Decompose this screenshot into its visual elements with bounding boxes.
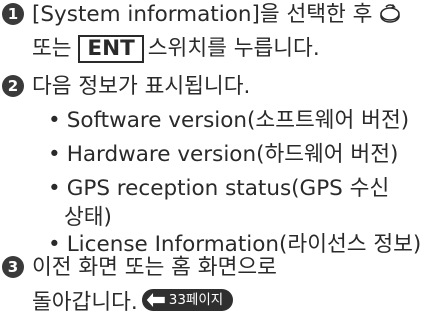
step-2-badge: 2 (2, 75, 24, 97)
step-2-line: 2 다음 정보가 표시됩니다. (2, 72, 250, 102)
step-3-text: 이전 화면 또는 홈 화면으로 (32, 255, 277, 280)
instruction-panel: 1 [System information]을 선택한 후 또는 ENT 스위치를 … (0, 0, 440, 324)
step-1-badge: 1 (2, 3, 24, 25)
step-3-badge: 3 (2, 256, 24, 278)
bullet-item: • Software version(소프트웨어 버전) (48, 106, 409, 136)
step-3-line-1: 3 이전 화면 또는 홈 화면으로 (2, 253, 277, 283)
bullet-continuation: 상태) (64, 203, 112, 233)
bullet-item: • GPS reception status(GPS 수신 (48, 174, 389, 204)
bullet-text: Software version(소프트웨어 버전) (66, 108, 410, 133)
bullet-item: • Hardware version(하드웨어 버전) (48, 140, 398, 170)
step-3-return-text: 돌아갑니다. (32, 290, 138, 315)
bullet-icon: • (48, 176, 61, 201)
ent-key: ENT (78, 35, 144, 63)
bullet-text: GPS reception status(GPS 수신 (66, 176, 390, 201)
rotary-dial-icon (378, 1, 402, 34)
bullet-text: 상태) (64, 205, 112, 230)
step-3-line-2: 돌아갑니다. 33페이지 (32, 288, 234, 318)
step-1-suffix-text: 스위치를 누릅니다. (147, 36, 320, 61)
arrow-left-icon (146, 293, 165, 307)
bullet-icon: • (48, 142, 61, 167)
page-reference-link[interactable]: 33페이지 (141, 289, 234, 311)
step-1-line-1: 1 [System information]을 선택한 후 (2, 0, 402, 34)
step-1-text: [System information]을 선택한 후 (32, 2, 373, 27)
bullet-icon: • (48, 108, 61, 133)
step-2-text: 다음 정보가 표시됩니다. (32, 74, 251, 99)
step-1-or-text: 또는 (32, 36, 72, 61)
step-1-line-2: 또는 ENT 스위치를 누릅니다. (32, 34, 320, 64)
bullet-text: Hardware version(하드웨어 버전) (66, 142, 399, 167)
page-reference-label: 33페이지 (168, 292, 224, 308)
